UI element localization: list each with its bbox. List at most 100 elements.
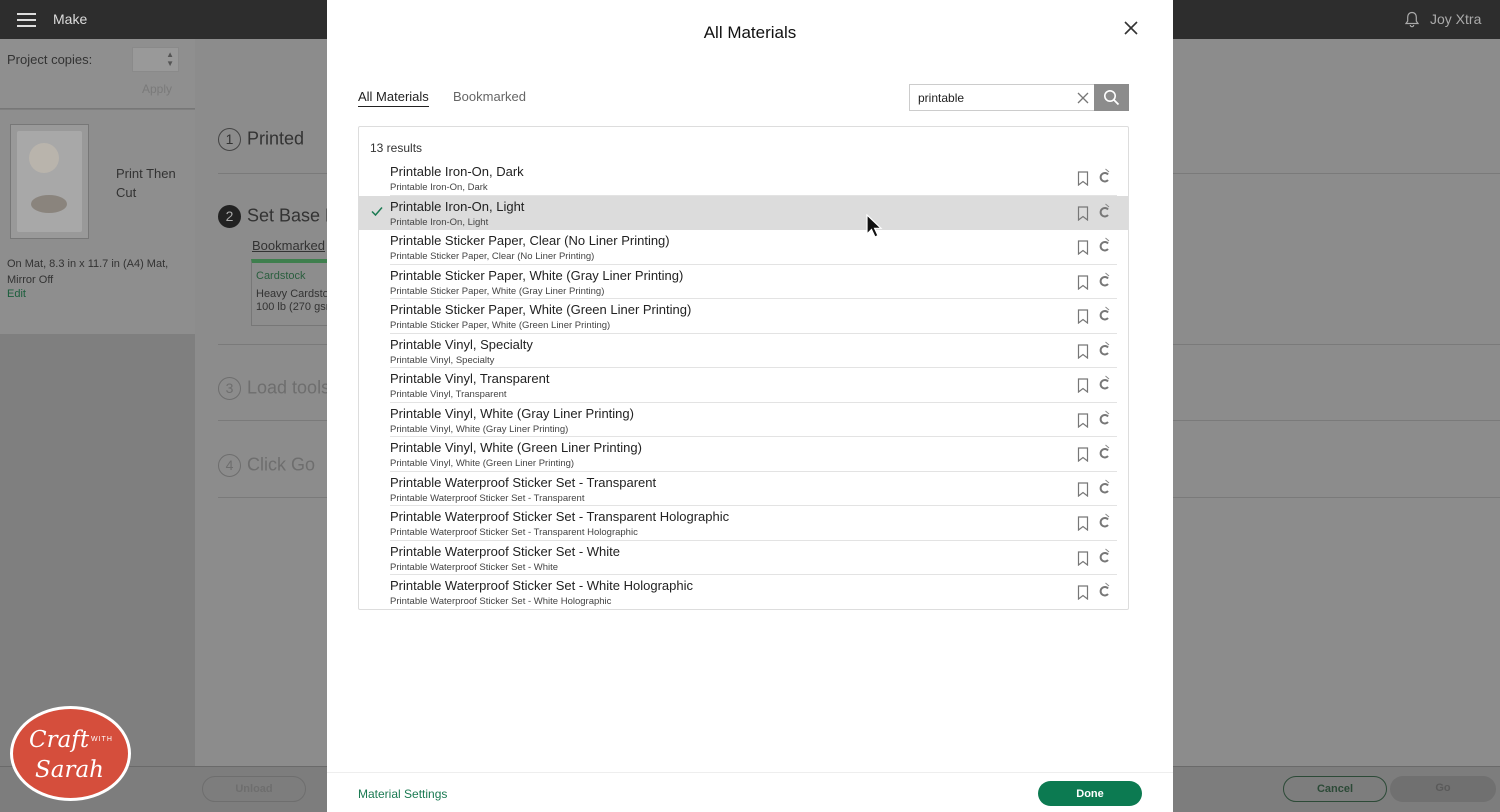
material-subtitle: Printable Vinyl, White (Gray Liner Print… [390,423,569,435]
cut-icon[interactable] [1097,582,1111,598]
material-name: Printable Vinyl, Specialty [390,336,533,352]
search-input[interactable] [918,89,1068,107]
list-item[interactable]: Printable Vinyl, Specialty Printable Viny… [359,334,1128,369]
step-1-label: Printed [247,128,305,149]
cardstock-desc-line1: Heavy Cardstock [256,288,328,300]
step-4-label: Click Go [247,454,316,475]
cut-icon[interactable] [1097,548,1111,564]
list-item[interactable]: Printable Waterproof Sticker Set - White… [359,541,1128,576]
material-subtitle: Printable Sticker Paper, White (Green Li… [390,320,611,331]
list-item[interactable]: Printable Vinyl, White (Gray Liner Print… [359,403,1128,438]
step-2-number: 2 [218,205,241,228]
apply-button[interactable]: Apply [142,82,172,96]
bell-icon[interactable] [1404,11,1420,28]
cut-icon[interactable] [1097,513,1111,529]
unload-button[interactable]: Unload [202,776,306,802]
search-button[interactable] [1094,84,1129,111]
material-subtitle: Printable Sticker Paper, White (Gray Lin… [390,285,605,297]
material-name: Printable Waterproof Sticker Set - Trans… [390,509,730,524]
material-subtitle: Printable Waterproof Sticker Set - White [390,561,559,573]
done-button[interactable]: Done [1038,781,1142,806]
cut-icon[interactable] [1097,272,1111,288]
material-settings-link[interactable]: Material Settings [358,787,447,801]
cut-icon[interactable] [1097,168,1111,184]
bookmark-icon[interactable] [1077,343,1089,359]
user-name[interactable]: Joy Xtra [1430,11,1481,27]
cardstock-description: Heavy Cardstock 100 lb (270 gsm) [256,288,328,314]
bookmark-icon[interactable] [1077,412,1089,428]
material-subtitle: Printable Sticker Paper, Clear (No Liner… [390,251,595,262]
list-item[interactable]: Printable Waterproof Sticker Set - White… [359,575,1128,610]
bookmark-icon[interactable] [1077,240,1089,255]
cut-icon[interactable] [1097,444,1111,460]
cancel-button[interactable]: Cancel [1283,776,1387,802]
bookmark-icon[interactable] [1077,378,1089,393]
material-name: Printable Sticker Paper, White (Gray Lin… [390,267,684,283]
list-item[interactable]: Printable Iron-On, Dark Printable Iron-On… [359,161,1128,196]
material-subtitle: Printable Vinyl, Transparent [390,389,507,400]
material-name: Printable Vinyl, White (Green Liner Prin… [390,440,642,455]
go-button[interactable]: Go [1390,776,1496,802]
step-4-number: 4 [218,454,241,477]
bookmark-icon[interactable] [1077,585,1089,600]
bookmark-icon[interactable] [1077,171,1089,186]
list-item[interactable]: Printable Vinyl, White (Green Liner Prin… [359,437,1128,472]
mat-edit-link[interactable]: Edit [7,288,26,300]
material-subtitle: Printable Vinyl, White (Green Liner Prin… [390,458,575,469]
list-item[interactable]: Printable Sticker Paper, White (Green Li… [359,299,1128,334]
cardstock-title: Cardstock [256,270,306,282]
stepper-arrows-icon[interactable]: ▲ ▼ [166,50,174,68]
material-subtitle: Printable Waterproof Sticker Set - White… [390,596,612,607]
list-item[interactable]: Printable Iron-On, Light Printable Iron-O… [359,195,1128,230]
bookmark-icon[interactable] [1077,447,1089,462]
clear-icon[interactable] [1076,91,1090,105]
list-item[interactable]: Printable Vinyl, Transparent Printable Vi… [359,368,1128,403]
step-4: 4 Click Go [218,454,315,477]
mouse-cursor-icon [866,214,883,238]
all-materials-dialog: All Materials All Materials Bookmarked 1… [327,0,1173,812]
bookmark-icon[interactable] [1077,516,1089,531]
bookmarked-link[interactable]: Bookmarked [252,238,325,253]
logo-line1: Craft [29,727,90,753]
material-name: Printable Waterproof Sticker Set - White… [390,578,693,593]
material-name: Printable Sticker Paper, Clear (No Liner… [390,233,670,248]
check-icon [371,206,383,216]
material-subtitle: Printable Vinyl, Specialty [390,354,495,366]
list-item[interactable]: Printable Waterproof Sticker Set - Trans… [359,472,1128,507]
list-item[interactable]: Printable Sticker Paper, White (Gray Lin… [359,265,1128,300]
material-name: Printable Sticker Paper, White (Green Li… [390,302,692,317]
cut-icon[interactable] [1097,306,1111,322]
material-name: Printable Waterproof Sticker Set - White [390,543,620,559]
logo-line2: WITH [91,736,113,743]
cut-icon[interactable] [1097,203,1111,219]
cut-icon[interactable] [1097,237,1111,253]
material-subtitle: Printable Iron-On, Light [390,216,489,228]
close-icon[interactable] [1120,17,1142,39]
tab-all-materials[interactable]: All Materials [358,89,429,107]
list-item[interactable]: Printable Sticker Paper, Clear (No Liner… [359,230,1128,265]
bookmark-icon[interactable] [1077,274,1089,290]
material-subtitle: Printable Waterproof Sticker Set - Trans… [390,492,585,504]
search-icon [1104,90,1120,106]
bookmark-icon[interactable] [1077,205,1089,221]
project-copies-label: Project copies: [7,52,93,67]
bookmark-icon[interactable] [1077,481,1089,497]
menu-icon[interactable] [17,13,36,27]
cardstock-desc-line2: 100 lb (270 gsm) [256,301,328,313]
material-list: Printable Iron-On, Dark Printable Iron-On… [359,161,1128,610]
tab-bookmarked[interactable]: Bookmarked [453,89,526,104]
mat-description: On Mat, 8.3 in x 11.7 in (A4) Mat, Mirro… [7,258,169,286]
material-name: Printable Vinyl, White (Gray Liner Print… [390,405,634,421]
copies-stepper[interactable]: ▲ ▼ [132,47,179,72]
step-3-label: Load tools [247,377,331,398]
bookmark-icon[interactable] [1077,309,1089,324]
list-item[interactable]: Printable Waterproof Sticker Set - Trans… [359,506,1128,541]
cut-icon[interactable] [1097,341,1111,357]
material-subtitle: Printable Iron-On, Dark [390,182,488,193]
cut-icon[interactable] [1097,410,1111,426]
bookmark-icon[interactable] [1077,550,1089,566]
cut-icon[interactable] [1097,375,1111,391]
cut-icon[interactable] [1097,479,1111,495]
mat-thumbnail[interactable] [10,124,89,239]
step-1: 1 Printed [218,128,304,151]
